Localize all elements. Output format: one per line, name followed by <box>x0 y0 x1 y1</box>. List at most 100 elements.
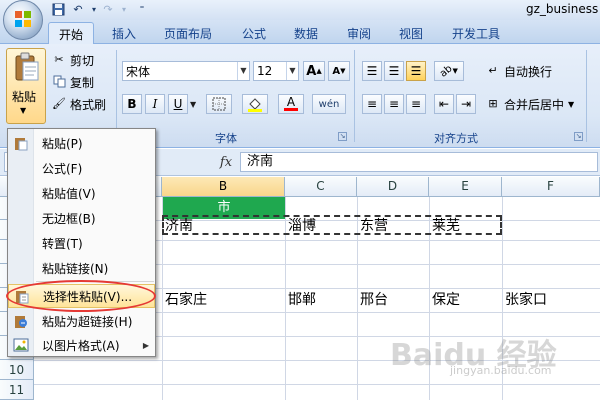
cell-c2[interactable]: 淄博 <box>285 215 316 238</box>
align-right-icon[interactable]: ≡ <box>406 94 426 114</box>
insert-function-button[interactable]: fx <box>212 152 240 172</box>
tab-formulas[interactable]: 公式 <box>232 22 276 44</box>
underline-dropdown-icon[interactable]: ▼ <box>190 100 196 109</box>
column-header-b[interactable]: B <box>162 177 285 197</box>
menu-item-label: 无边框(B) <box>42 211 96 226</box>
watermark-url: jingyan.baidu.com <box>450 364 552 377</box>
paste-hyperlink-icon <box>8 309 34 333</box>
cell-f5[interactable]: 张家口 <box>502 289 547 312</box>
format-painter-button[interactable]: 🖌 格式刷 <box>52 95 106 113</box>
cell-d2[interactable]: 东营 <box>357 215 388 238</box>
menu-item-no-borders[interactable]: 无边框(B) <box>8 206 155 230</box>
menu-item-formulas[interactable]: 公式(F) <box>8 156 155 180</box>
column-header-e[interactable]: E <box>429 177 502 197</box>
decrease-indent-icon[interactable]: ⇤ <box>434 94 454 114</box>
bold-button[interactable]: B <box>122 94 142 114</box>
cell-b2[interactable]: 济南 <box>162 215 193 238</box>
paste-icon <box>8 131 34 155</box>
tab-insert[interactable]: 插入 <box>102 22 146 44</box>
menu-item-paste[interactable]: 粘贴(P) <box>8 131 155 155</box>
borders-icon <box>212 97 226 111</box>
row-header-11[interactable]: 11 <box>0 380 34 400</box>
merge-center-label: 合并后居中 <box>504 97 565 112</box>
align-center-icon[interactable]: ≡ <box>384 94 404 114</box>
picture-icon <box>8 333 34 357</box>
chevron-down-icon[interactable]: ▼ <box>286 62 298 80</box>
align-bottom-icon[interactable]: ☰ <box>406 61 426 81</box>
align-top-icon[interactable]: ☰ <box>362 61 382 81</box>
wrap-text-button[interactable]: ↵ 自动换行 <box>486 62 552 80</box>
merge-center-button[interactable]: ⊞ 合并后居中 ▼ <box>486 95 574 113</box>
highlight-annotation-ring <box>6 280 156 312</box>
grow-font-button[interactable]: A ▲ <box>303 61 325 81</box>
redo-icon[interactable]: ↷ <box>100 2 116 17</box>
menu-item-paste-as-hyperlink[interactable]: 粘贴为超链接(H) <box>8 309 155 333</box>
redo-dropdown-icon[interactable]: ▾ <box>116 2 132 17</box>
shrink-font-button[interactable]: A ▼ <box>328 61 350 81</box>
paste-clipboard-icon <box>15 52 39 81</box>
menu-item-label: 转置(T) <box>42 236 83 251</box>
tab-review[interactable]: 审阅 <box>337 22 381 44</box>
submenu-arrow-icon: ▶ <box>142 340 149 350</box>
tab-developer[interactable]: 开发工具 <box>442 22 510 44</box>
cell-e2[interactable]: 莱芜 <box>429 215 460 238</box>
orientation-button[interactable]: ab ▼ <box>434 61 464 81</box>
cell-b5[interactable]: 石家庄 <box>162 289 207 312</box>
column-header-f[interactable]: F <box>502 177 600 197</box>
chevron-down-icon[interactable]: ▼ <box>568 100 574 109</box>
undo-icon[interactable]: ↶ <box>70 2 86 17</box>
column-header-d[interactable]: D <box>357 177 429 197</box>
font-color-button[interactable]: A <box>278 94 304 114</box>
cell-d5[interactable]: 邢台 <box>357 289 388 312</box>
chevron-down-icon[interactable]: ▼ <box>237 62 249 80</box>
scissors-icon: ✂ <box>54 53 64 66</box>
tab-home[interactable]: 开始 <box>48 22 95 45</box>
paste-label: 粘贴 <box>12 90 37 104</box>
menu-item-label: 以图片格式(A) <box>42 338 120 353</box>
wrap-text-label: 自动换行 <box>504 64 553 79</box>
align-middle-icon[interactable]: ☰ <box>384 61 404 81</box>
menu-item-paste-values[interactable]: 粘贴值(V) <box>8 181 155 205</box>
menu-item-paste-link[interactable]: 粘贴链接(N) <box>8 256 155 280</box>
phonetic-guide-button[interactable]: wén <box>312 94 346 114</box>
save-icon[interactable] <box>50 2 66 17</box>
font-group-label: 字体 <box>215 132 237 145</box>
group-separator <box>354 50 355 142</box>
menu-item-label: 粘贴为超链接(H) <box>42 314 133 329</box>
tab-view[interactable]: 视图 <box>389 22 433 44</box>
formula-input[interactable]: 济南 <box>240 152 598 172</box>
format-painter-icon: 🖌 <box>52 97 66 110</box>
paint-bucket-icon <box>248 98 262 112</box>
menu-item-transpose[interactable]: 转置(T) <box>8 231 155 255</box>
copy-label: 复制 <box>70 75 95 90</box>
font-name-value: 宋体 <box>126 64 151 79</box>
font-size-combo[interactable]: 12 ▼ <box>253 61 299 81</box>
wrap-text-icon: ↵ <box>488 64 498 77</box>
row-header-10[interactable]: 10 <box>0 360 34 380</box>
font-name-combo[interactable]: 宋体 ▼ <box>122 61 250 81</box>
fill-color-button[interactable] <box>242 94 268 114</box>
alignment-group-label: 对齐方式 <box>434 132 478 145</box>
cut-label: 剪切 <box>70 53 95 68</box>
borders-button[interactable] <box>206 94 232 114</box>
paste-dropdown-icon[interactable]: ▼ <box>20 106 26 115</box>
underline-button[interactable]: U <box>168 94 188 114</box>
cut-button[interactable]: ✂ 剪切 <box>52 51 94 69</box>
column-header-c[interactable]: C <box>285 177 357 197</box>
menu-item-as-picture[interactable]: 以图片格式(A) ▶ <box>8 333 155 357</box>
menu-item-label: 粘贴值(V) <box>42 186 96 201</box>
tab-data[interactable]: 数据 <box>284 22 328 44</box>
window-title: gz_business <box>526 2 599 16</box>
align-left-icon[interactable]: ≡ <box>362 94 382 114</box>
customize-qat-icon[interactable]: ⁼ <box>134 2 150 17</box>
increase-indent-icon[interactable]: ⇥ <box>456 94 476 114</box>
cell-c5[interactable]: 邯郸 <box>285 289 316 312</box>
menu-item-label: 粘贴链接(N) <box>42 261 109 276</box>
tab-page-layout[interactable]: 页面布局 <box>154 22 222 44</box>
font-dialog-launcher-icon[interactable]: ↘ <box>338 132 347 141</box>
alignment-dialog-launcher-icon[interactable]: ↘ <box>574 132 583 141</box>
copy-button[interactable]: 复制 <box>52 73 94 91</box>
office-logo-icon <box>15 11 31 27</box>
italic-button[interactable]: I <box>145 94 165 114</box>
cell-e5[interactable]: 保定 <box>429 289 460 312</box>
